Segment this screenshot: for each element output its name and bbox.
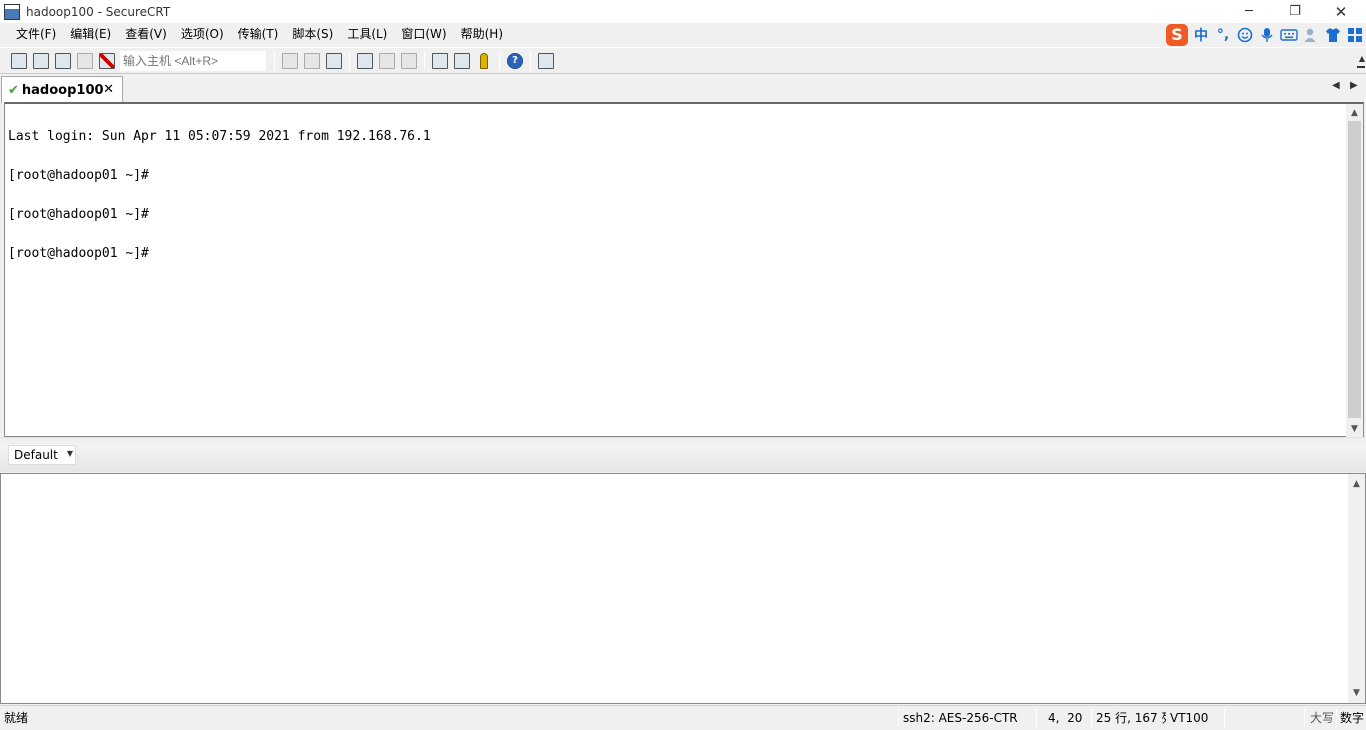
- scroll-up-icon[interactable]: ▲: [1346, 105, 1363, 121]
- restore-button[interactable]: ❐: [1272, 0, 1318, 23]
- terminal-screen[interactable]: Last login: Sun Apr 11 05:07:59 2021 fro…: [4, 102, 1364, 437]
- minimize-button[interactable]: ─: [1226, 0, 1272, 23]
- status-divider: [1036, 709, 1037, 727]
- tab-scroll-left-icon[interactable]: ◀: [1332, 80, 1340, 91]
- terminal-output: Last login: Sun Apr 11 05:07:59 2021 fro…: [8, 104, 431, 286]
- terminal-line: [root@hadoop01 ~]#: [8, 246, 149, 261]
- status-cursor-position: 4, 20: [1048, 711, 1083, 725]
- status-terminal-size: 25 行, 167 列: [1096, 711, 1166, 725]
- print-icon[interactable]: [354, 50, 376, 72]
- scroll-down-icon[interactable]: ▼: [1346, 421, 1363, 437]
- print-selection-icon[interactable]: [376, 50, 398, 72]
- microphone-icon[interactable]: [1258, 26, 1276, 44]
- global-options-icon[interactable]: [451, 50, 473, 72]
- sftp-icon[interactable]: [535, 50, 557, 72]
- command-window-scrollbar[interactable]: ▲ ▼: [1348, 474, 1365, 703]
- toolbar-separator: [499, 51, 500, 70]
- paste-icon[interactable]: [301, 50, 323, 72]
- main-toolbar: ? ▲: [0, 47, 1366, 73]
- disconnect-icon[interactable]: [96, 50, 118, 72]
- status-cipher: ssh2: AES-256-CTR: [903, 711, 1018, 725]
- tab-label: hadoop100: [21, 82, 104, 98]
- quick-connect-host-input[interactable]: [120, 50, 266, 71]
- connected-check-icon: ✔: [8, 82, 19, 98]
- session-options-icon[interactable]: [429, 50, 451, 72]
- session-selector-dropdown[interactable]: Default ▼: [8, 445, 76, 465]
- printer-icon[interactable]: [398, 50, 420, 72]
- connect-tab-icon[interactable]: [52, 50, 74, 72]
- status-caps-lock: 大写: [1310, 711, 1335, 725]
- toolbar-separator: [530, 51, 531, 70]
- toolbar-separator: [424, 51, 425, 70]
- keyboard-icon[interactable]: [1280, 26, 1298, 44]
- menu-window[interactable]: 窗口(W): [394, 23, 453, 46]
- scrollbar-thumb[interactable]: [1348, 121, 1361, 418]
- toolbox-grid-icon[interactable]: [1346, 26, 1364, 44]
- status-divider: [1091, 709, 1092, 727]
- menu-tools[interactable]: 工具(L): [340, 23, 394, 46]
- command-window-bar: Default ▼: [0, 444, 1366, 472]
- status-bar: 就绪 ssh2: AES-256-CTR 4, 20 25 行, 167 列 V…: [0, 705, 1366, 730]
- keymap-icon[interactable]: [473, 50, 495, 72]
- reconnect-icon[interactable]: [74, 50, 96, 72]
- terminal-line: Last login: Sun Apr 11 05:07:59 2021 fro…: [8, 129, 431, 144]
- session-tab-bar: ✔ hadoop100 ✕ ◀ ▶: [0, 73, 1366, 103]
- close-window-button[interactable]: ✕: [1318, 0, 1364, 23]
- sogou-logo-icon[interactable]: S: [1166, 23, 1188, 46]
- status-emulation: VT100: [1170, 711, 1209, 725]
- status-divider: [898, 709, 899, 727]
- status-divider: [1336, 709, 1337, 727]
- tab-hadoop100[interactable]: ✔ hadoop100 ✕: [1, 76, 123, 103]
- scroll-down-icon[interactable]: ▼: [1348, 685, 1365, 701]
- window-title: hadoop100 - SecureCRT: [26, 4, 171, 19]
- session-selector-value: Default: [14, 448, 58, 462]
- ime-mode-toggle[interactable]: 中: [1192, 25, 1210, 45]
- title-bar: hadoop100 - SecureCRT ─ ❐ ✕: [0, 0, 1366, 23]
- menu-edit[interactable]: 编辑(E): [63, 23, 118, 46]
- status-text: 就绪: [4, 711, 29, 725]
- menu-options[interactable]: 选项(O): [174, 23, 231, 46]
- menu-transfer[interactable]: 传输(T): [231, 23, 286, 46]
- ime-toolbar: S 中 °,: [1166, 23, 1366, 46]
- help-icon[interactable]: ?: [504, 50, 526, 72]
- menu-help[interactable]: 帮助(H): [454, 23, 510, 46]
- connect-icon[interactable]: [8, 50, 30, 72]
- emoji-icon[interactable]: [1236, 26, 1254, 44]
- status-num-lock: 数字: [1340, 711, 1365, 725]
- terminal-scrollbar[interactable]: ▲ ▼: [1346, 104, 1363, 437]
- menu-bar: 文件(F) 编辑(E) 查看(V) 选项(O) 传输(T) 脚本(S) 工具(L…: [0, 23, 1366, 46]
- status-divider: [1224, 709, 1225, 727]
- tab-scroll-right-icon[interactable]: ▶: [1350, 80, 1358, 91]
- terminal-line: [root@hadoop01 ~]#: [8, 207, 149, 222]
- pane-splitter[interactable]: [0, 437, 1366, 444]
- user-icon[interactable]: [1302, 26, 1320, 44]
- menu-view[interactable]: 查看(V): [118, 23, 174, 46]
- tab-close-icon[interactable]: ✕: [103, 82, 114, 97]
- copy-icon[interactable]: [279, 50, 301, 72]
- find-icon[interactable]: [323, 50, 345, 72]
- dropdown-arrow-icon[interactable]: ▼: [67, 449, 73, 458]
- skin-shirt-icon[interactable]: [1324, 26, 1342, 44]
- menu-script[interactable]: 脚本(S): [285, 23, 340, 46]
- toolbar-separator: [349, 51, 350, 70]
- toolbar-overflow-chevron-icon[interactable]: ▲: [1356, 48, 1366, 74]
- quick-connect-icon[interactable]: [30, 50, 52, 72]
- status-divider: [1304, 709, 1305, 727]
- ime-punct-toggle[interactable]: °,: [1214, 27, 1232, 43]
- terminal-line: [root@hadoop01 ~]#: [8, 168, 149, 183]
- toolbar-separator: [274, 51, 275, 70]
- menu-file[interactable]: 文件(F): [9, 23, 63, 46]
- scroll-up-icon[interactable]: ▲: [1348, 476, 1365, 492]
- securecrt-app-icon[interactable]: [4, 3, 20, 20]
- command-window-input[interactable]: ▲ ▼: [0, 473, 1366, 704]
